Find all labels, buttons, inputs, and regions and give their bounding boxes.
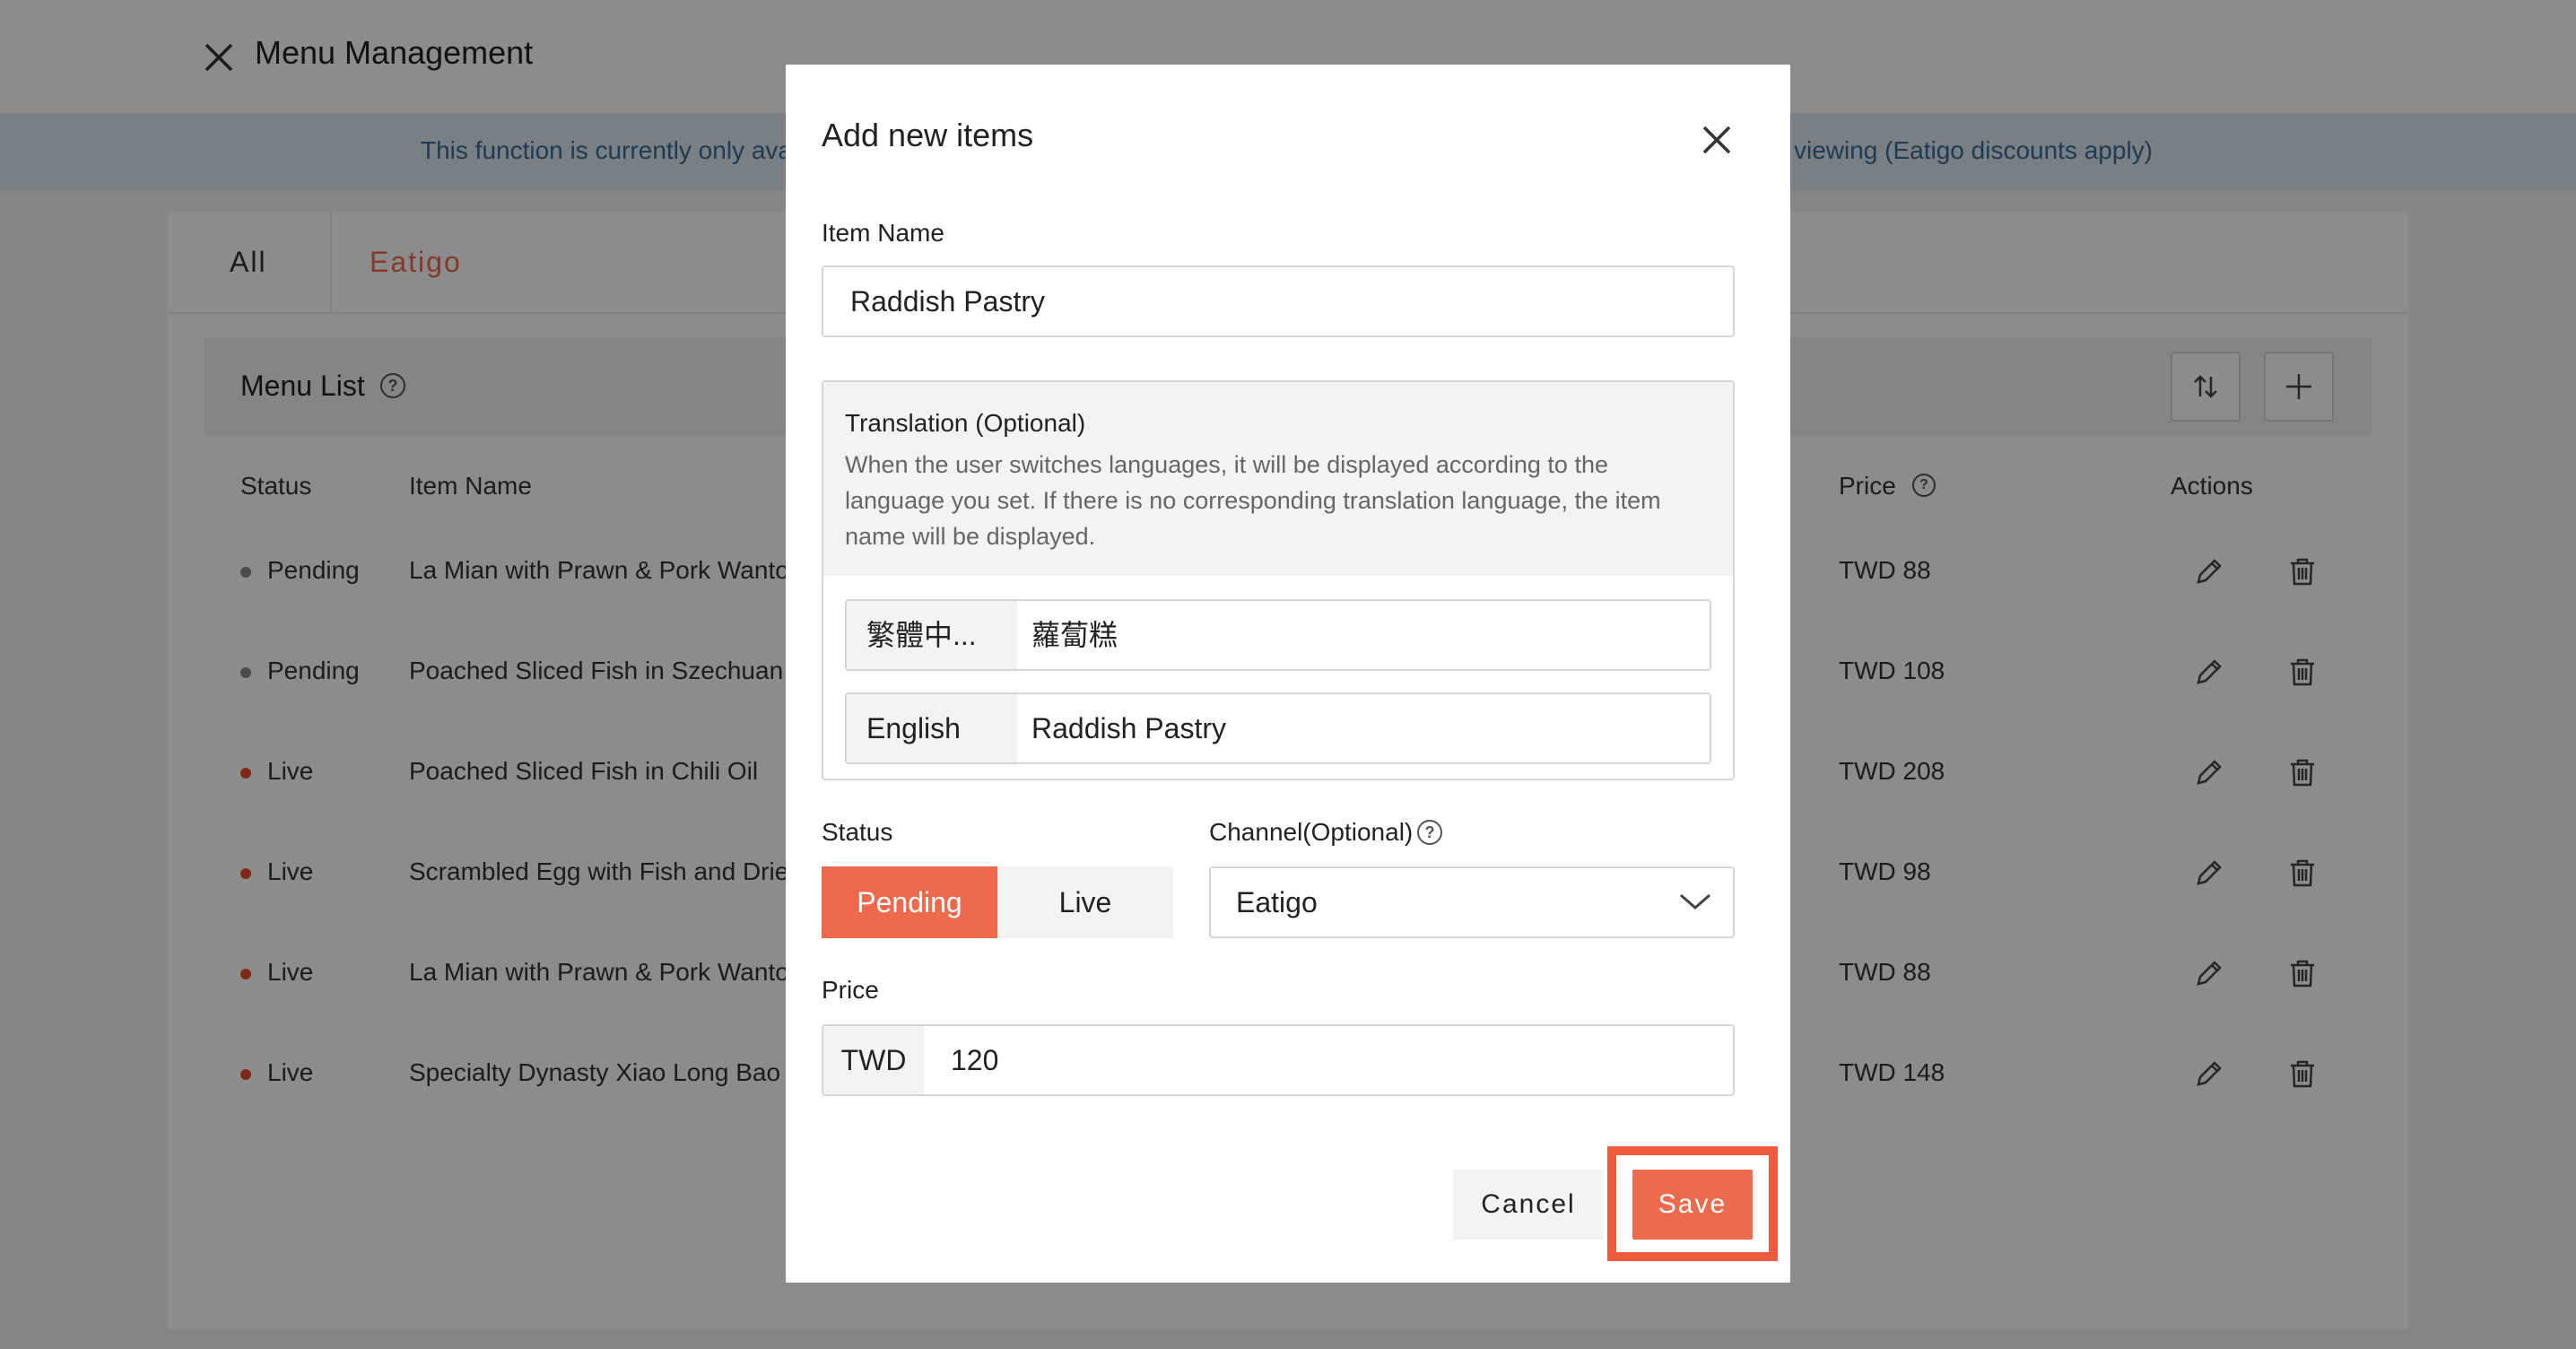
channel-select[interactable]: Eatigo	[1209, 866, 1735, 938]
currency-label: TWD	[823, 1026, 924, 1094]
price-input-group: TWD 120	[822, 1024, 1735, 1096]
language-label: 繁體中...	[847, 601, 1017, 669]
dialog-title: Add new items	[822, 117, 1034, 153]
close-icon[interactable]	[1697, 120, 1736, 160]
translation-panel: Translation (Optional) When the user swi…	[822, 380, 1735, 780]
translation-row-chinese: 繁體中... 蘿蔔糕	[845, 599, 1711, 671]
channel-selected-value: Eatigo	[1236, 886, 1318, 918]
cancel-button[interactable]: Cancel	[1453, 1170, 1604, 1240]
channel-label: Channel(Optional)	[1209, 818, 1414, 846]
translation-input[interactable]: Raddish Pastry	[1031, 694, 1226, 762]
price-input[interactable]: 120	[951, 1026, 998, 1094]
status-pending-button[interactable]: Pending	[822, 866, 997, 938]
status-label: Status	[822, 818, 893, 846]
add-item-dialog: Add new items Item Name Raddish Pastry T…	[786, 65, 1790, 1283]
status-live-button[interactable]: Live	[997, 866, 1173, 938]
help-icon[interactable]: ?	[1417, 820, 1442, 845]
language-label: English	[847, 694, 1017, 762]
translation-header: Translation (Optional) When the user swi…	[823, 382, 1733, 576]
item-name-input[interactable]: Raddish Pastry	[822, 265, 1735, 337]
translation-description: When the user switches languages, it wil…	[845, 451, 1661, 550]
translation-input[interactable]: 蘿蔔糕	[1031, 601, 1118, 669]
price-label: Price	[822, 976, 879, 1004]
translation-row-english: English Raddish Pastry	[845, 692, 1711, 764]
save-button[interactable]: Save	[1632, 1170, 1753, 1240]
translation-title: Translation (Optional)	[845, 409, 1086, 437]
chevron-down-icon	[1680, 893, 1710, 909]
item-name-label: Item Name	[822, 219, 944, 247]
